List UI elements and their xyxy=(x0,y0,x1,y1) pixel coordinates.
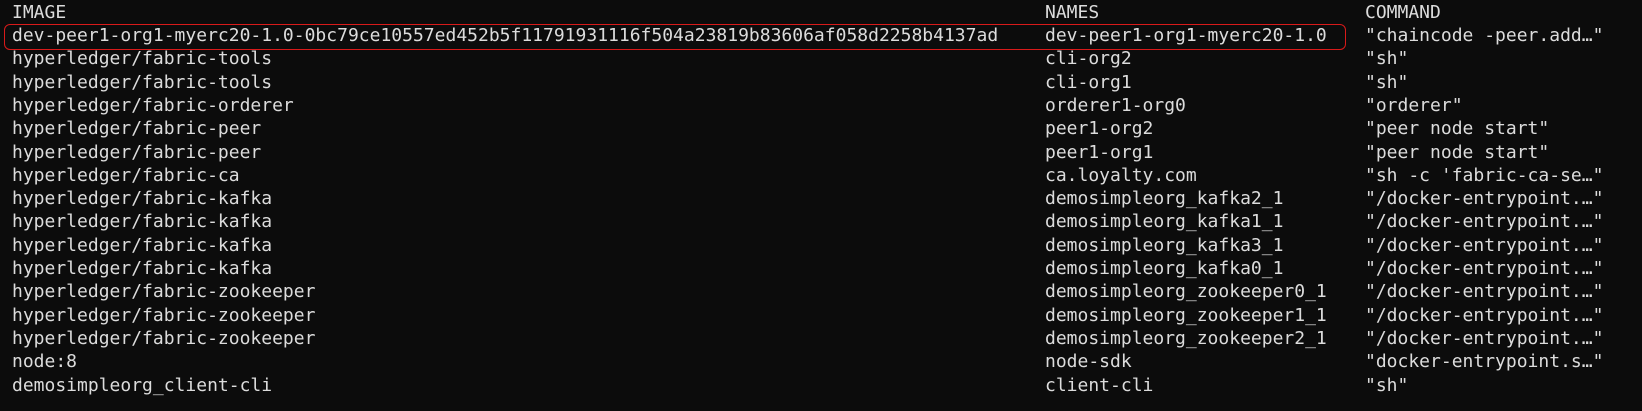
cell-command: "sh -c 'fabric-ca-se…" xyxy=(1365,164,1604,186)
cell-image: hyperledger/fabric-peer xyxy=(12,118,262,140)
cell-image: hyperledger/fabric-zookeeper xyxy=(12,304,316,326)
cell-names: demosimpleorg_zookeeper0_1 xyxy=(1045,281,1327,303)
table-row: hyperledger/fabric-kafka demosimpleorg_ka… xyxy=(0,210,1642,234)
table-row: hyperledger/fabric-zookeeper demosimpleor… xyxy=(0,304,1642,328)
cell-image: hyperledger/fabric-peer xyxy=(12,141,262,163)
cell-image: node:8 xyxy=(12,351,78,373)
header-names: NAMES xyxy=(1045,2,1100,23)
cell-command: "/docker-entrypoint.…" xyxy=(1365,234,1604,256)
cell-image: hyperledger/fabric-kafka xyxy=(12,258,273,279)
cell-image: hyperledger/fabric-kafka xyxy=(12,234,273,256)
cell-names: client-cli xyxy=(1045,374,1154,396)
table-row: hyperledger/fabric-ca ca.loyalty.com "sh -… xyxy=(0,164,1642,188)
table-row: hyperledger/fabric-zookeeper demosimpleor… xyxy=(0,280,1642,304)
cell-image: hyperledger/fabric-orderer xyxy=(12,94,294,116)
table-row: hyperledger/fabric-peer peer1-org2 "peer n… xyxy=(0,117,1642,141)
cell-image: hyperledger/fabric-tools xyxy=(12,48,273,70)
cell-names: demosimpleorg_kafka2_1 xyxy=(1045,188,1284,210)
cell-command: "peer node start" xyxy=(1365,141,1550,163)
cell-command: "sh" xyxy=(1365,374,1409,396)
cell-command: "/docker-entrypoint.…" xyxy=(1365,188,1604,210)
table-row: node:8 node-sdk "docker-entrypoint.s…" xyxy=(0,350,1642,374)
cell-names: peer1-org1 xyxy=(1045,141,1154,163)
header-command: COMMAND xyxy=(1365,2,1441,23)
table-row: hyperledger/fabric-kafka demosimpleorg_ka… xyxy=(0,257,1642,281)
cell-names: demosimpleorg_kafka0_1 xyxy=(1045,258,1284,279)
table-row: hyperledger/fabric-tools cli-org1 "sh" xyxy=(0,71,1642,95)
cell-names: demosimpleorg_kafka1_1 xyxy=(1045,211,1284,233)
table-row: demosimpleorg_client-cli client-cli "sh" xyxy=(0,374,1642,398)
cell-names: peer1-org2 xyxy=(1045,118,1154,140)
cell-command: "/docker-entrypoint.…" xyxy=(1365,327,1604,349)
cell-command: "chaincode -peer.add…" xyxy=(1365,25,1604,46)
terminal-output: IMAGE NAMES COMMAND dev-peer1-org1-myerc… xyxy=(0,0,1642,411)
cell-names: demosimpleorg_zookeeper2_1 xyxy=(1045,327,1327,349)
cell-command: "/docker-entrypoint.…" xyxy=(1365,211,1604,233)
cell-command: "orderer" xyxy=(1365,94,1463,116)
table-row: hyperledger/fabric-zookeeper demosimpleor… xyxy=(0,327,1642,351)
cell-names: demosimpleorg_zookeeper1_1 xyxy=(1045,304,1327,326)
cell-image: hyperledger/fabric-zookeeper xyxy=(12,281,316,303)
cell-names: cli-org1 xyxy=(1045,71,1132,93)
cell-names: orderer1-org0 xyxy=(1045,94,1186,116)
cell-names: cli-org2 xyxy=(1045,48,1132,70)
table-row: hyperledger/fabric-kafka demosimpleorg_ka… xyxy=(0,234,1642,258)
table-row: hyperledger/fabric-kafka demosimpleorg_ka… xyxy=(0,187,1642,211)
table-row: hyperledger/fabric-orderer orderer1-org0 "… xyxy=(0,94,1642,118)
cell-command: "peer node start" xyxy=(1365,118,1550,140)
cell-image: hyperledger/fabric-zookeeper xyxy=(12,327,316,349)
cell-command: "sh" xyxy=(1365,48,1409,70)
cell-names: node-sdk xyxy=(1045,351,1132,373)
cell-command: "docker-entrypoint.s…" xyxy=(1365,351,1604,373)
cell-image: demosimpleorg_client-cli xyxy=(12,374,273,396)
cell-command: "/docker-entrypoint.…" xyxy=(1365,258,1604,279)
cell-image: hyperledger/fabric-ca xyxy=(12,164,240,186)
table-row: hyperledger/fabric-tools cli-org2 "sh" xyxy=(0,47,1642,71)
highlight-annotation xyxy=(4,24,1346,50)
cell-command: "/docker-entrypoint.…" xyxy=(1365,304,1604,326)
cell-image: hyperledger/fabric-kafka xyxy=(12,211,273,233)
cell-names: demosimpleorg_kafka3_1 xyxy=(1045,234,1284,256)
cell-image: hyperledger/fabric-kafka xyxy=(12,188,273,210)
cell-image: hyperledger/fabric-tools xyxy=(12,71,273,93)
cell-command: "sh" xyxy=(1365,71,1409,93)
cell-command: "/docker-entrypoint.…" xyxy=(1365,281,1604,303)
table-row: hyperledger/fabric-peer peer1-org1 "peer n… xyxy=(0,141,1642,165)
table-header-row: IMAGE NAMES COMMAND xyxy=(0,1,1642,25)
cell-names: ca.loyalty.com xyxy=(1045,164,1197,186)
header-image: IMAGE xyxy=(12,2,67,23)
